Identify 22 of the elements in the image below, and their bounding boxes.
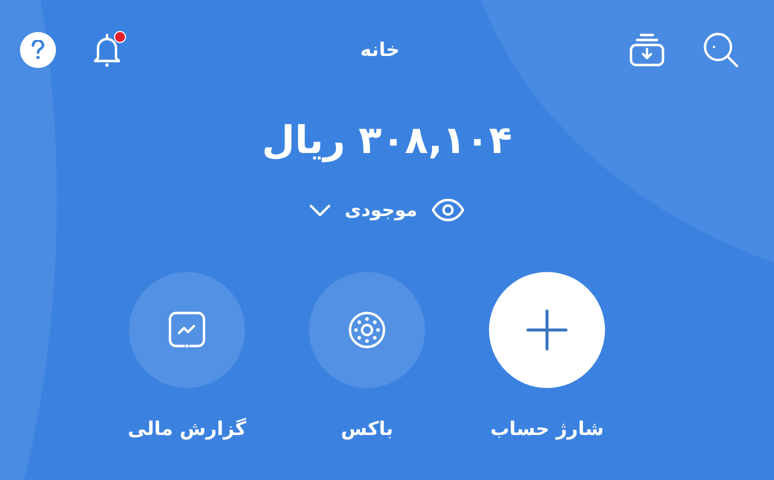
page-title: خانه bbox=[360, 39, 400, 61]
help-button[interactable] bbox=[20, 32, 56, 68]
search-button[interactable] bbox=[702, 31, 740, 69]
expand-button[interactable] bbox=[308, 203, 331, 217]
question-icon bbox=[31, 40, 45, 60]
chevron-down-icon bbox=[308, 203, 331, 217]
dotted-ring-icon bbox=[347, 310, 387, 350]
action-label: شارژ حساب bbox=[490, 418, 604, 440]
plus-icon bbox=[525, 308, 569, 352]
action-label: گزارش مالی bbox=[128, 418, 246, 440]
download-button[interactable] bbox=[628, 32, 666, 68]
balance-label: موجودی bbox=[344, 200, 418, 220]
search-icon bbox=[702, 31, 740, 69]
action-button[interactable]: شارژ حساب bbox=[484, 272, 610, 440]
eye-button[interactable] bbox=[431, 198, 466, 222]
bell-icon bbox=[92, 32, 122, 68]
action-button[interactable]: باکس bbox=[304, 272, 430, 440]
action-button[interactable]: گزارش مالی bbox=[124, 272, 250, 440]
eye-icon bbox=[431, 198, 466, 222]
balance-amount: ۳۰۸,۱۰۴ ریال bbox=[260, 118, 514, 162]
action-label: باکس bbox=[340, 418, 394, 440]
download-tray-icon bbox=[628, 32, 666, 68]
